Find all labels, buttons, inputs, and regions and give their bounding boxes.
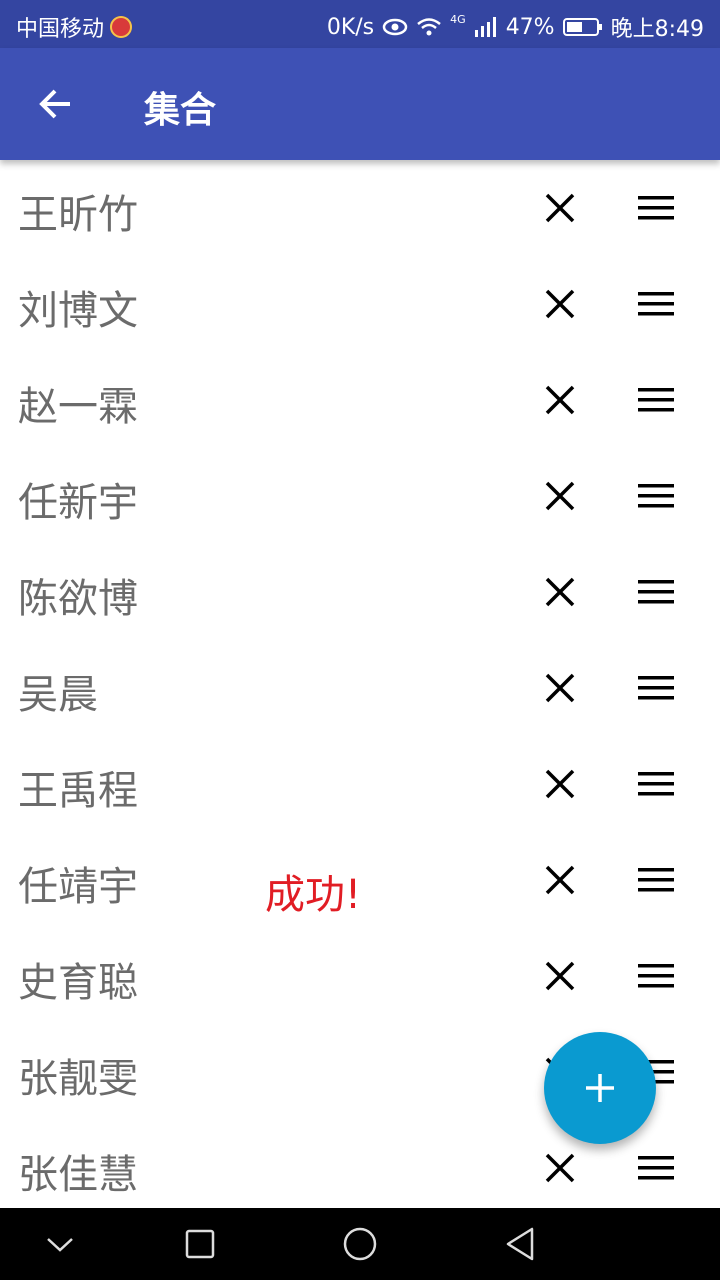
- list-item: 赵一霖: [0, 352, 720, 448]
- item-name: 任靖宇: [18, 864, 138, 910]
- delete-button[interactable]: [536, 952, 584, 1000]
- add-button[interactable]: [544, 1032, 656, 1144]
- close-icon: [545, 481, 575, 511]
- close-icon: [545, 289, 575, 319]
- close-icon: [545, 673, 575, 703]
- page-title: 集合: [144, 90, 217, 131]
- close-icon: [545, 385, 575, 415]
- drag-handle-icon: [638, 772, 674, 796]
- nav-recents-button[interactable]: [178, 1222, 222, 1266]
- app-bar: 集合: [0, 48, 720, 160]
- arrow-back-icon: [39, 89, 70, 119]
- drag-handle[interactable]: [632, 568, 680, 616]
- nav-back-button[interactable]: [498, 1222, 542, 1266]
- item-name: 刘博文: [18, 288, 138, 334]
- wifi-icon: [417, 18, 441, 36]
- item-name: 王昕竹: [18, 192, 138, 238]
- drag-handle[interactable]: [632, 184, 680, 232]
- square-icon: [185, 1229, 215, 1259]
- close-icon: [545, 577, 575, 607]
- delete-button[interactable]: [536, 1144, 584, 1192]
- item-name: 赵一霖: [18, 384, 138, 430]
- drag-handle[interactable]: [632, 1144, 680, 1192]
- list-item: 史育聪: [0, 928, 720, 1024]
- drag-handle[interactable]: [632, 280, 680, 328]
- drag-handle[interactable]: [632, 760, 680, 808]
- signal-type: 4G: [450, 12, 466, 26]
- drag-handle-icon: [638, 868, 674, 892]
- close-icon: [545, 1153, 575, 1183]
- item-name: 史育聪: [18, 960, 138, 1006]
- chevron-down-icon: [47, 1238, 73, 1252]
- list-item: 王昕竹: [0, 160, 720, 256]
- cell-signal-icon: [474, 17, 496, 37]
- list-item: 陈欲博: [0, 544, 720, 640]
- drag-handle[interactable]: [632, 664, 680, 712]
- drag-handle[interactable]: [632, 952, 680, 1000]
- delete-button[interactable]: [536, 856, 584, 904]
- battery-percent: 47%: [505, 14, 555, 40]
- drag-handle-icon: [638, 292, 674, 316]
- eye-icon: [382, 18, 408, 36]
- item-name: 陈欲博: [18, 576, 138, 622]
- item-name: 王禹程: [18, 768, 138, 814]
- system-nav-bar: [0, 1208, 720, 1280]
- list-item: 王禹程: [0, 736, 720, 832]
- delete-button[interactable]: [536, 280, 584, 328]
- carrier-logo-icon: [110, 16, 133, 38]
- drag-handle[interactable]: [632, 856, 680, 904]
- drag-handle-icon: [638, 196, 674, 220]
- clock: 晚上8:49: [610, 17, 704, 42]
- circle-icon: [343, 1227, 377, 1261]
- drag-handle[interactable]: [632, 472, 680, 520]
- list-item: 刘博文: [0, 256, 720, 352]
- drag-handle-icon: [638, 676, 674, 700]
- drag-handle-icon: [638, 484, 674, 508]
- network-speed: 0K/s: [326, 14, 375, 40]
- delete-button[interactable]: [536, 760, 584, 808]
- drag-handle-icon: [638, 388, 674, 412]
- close-icon: [545, 961, 575, 991]
- carrier-name: 中国移动: [16, 17, 105, 42]
- battery-icon: [562, 18, 602, 36]
- plus-icon: [586, 1074, 614, 1102]
- triangle-back-icon: [506, 1227, 534, 1261]
- item-name: 吴晨: [18, 672, 98, 718]
- drag-handle[interactable]: [632, 376, 680, 424]
- list-item: 任新宇: [0, 448, 720, 544]
- close-icon: [545, 769, 575, 799]
- close-icon: [545, 193, 575, 223]
- delete-button[interactable]: [536, 472, 584, 520]
- item-name: 张佳慧: [18, 1152, 138, 1198]
- delete-button[interactable]: [536, 184, 584, 232]
- drag-handle-icon: [638, 964, 674, 988]
- list-item: 吴晨: [0, 640, 720, 736]
- nav-home-button[interactable]: [338, 1222, 382, 1266]
- status-bar: 中国移动 0K/s 4G 47% 晚上8:49: [0, 0, 720, 48]
- nav-collapse-button[interactable]: [38, 1222, 82, 1266]
- delete-button[interactable]: [536, 568, 584, 616]
- item-name: 任新宇: [18, 480, 138, 526]
- back-button[interactable]: [20, 68, 92, 140]
- close-icon: [545, 865, 575, 895]
- delete-button[interactable]: [536, 376, 584, 424]
- delete-button[interactable]: [536, 664, 584, 712]
- success-toast: 成功!: [265, 872, 362, 918]
- drag-handle-icon: [638, 580, 674, 604]
- drag-handle-icon: [638, 1156, 674, 1180]
- item-name: 张靓雯: [18, 1056, 138, 1102]
